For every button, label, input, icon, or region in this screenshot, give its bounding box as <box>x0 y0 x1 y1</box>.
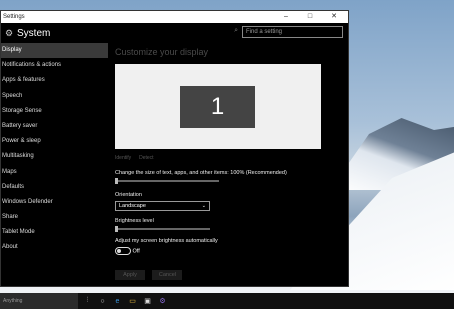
sidebar-item-defender[interactable]: Windows Defender <box>1 195 108 210</box>
microphone-icon[interactable]: ⫶ <box>82 293 93 309</box>
main-content: Customize your display 1 Identify Detect… <box>115 47 340 281</box>
toggle-state: Off <box>132 248 140 255</box>
sidebar-item-share[interactable]: Share <box>1 210 108 225</box>
settings-window: Settings – □ ✕ ⚙ System ⌕ Find a setting… <box>0 10 349 287</box>
store-icon[interactable]: ▣ <box>142 293 153 309</box>
search-icon: ⌕ <box>234 27 238 34</box>
edge-icon[interactable]: e <box>112 293 123 309</box>
window-title: Settings <box>3 14 25 20</box>
close-button[interactable]: ✕ <box>322 11 346 23</box>
task-view-icon[interactable]: ○ <box>97 293 108 309</box>
title-bar: Settings – □ ✕ <box>1 11 348 23</box>
explorer-icon[interactable]: ▭ <box>127 293 138 309</box>
section-title: Customize your display <box>115 47 209 57</box>
brightness-slider-thumb[interactable] <box>115 226 118 232</box>
chevron-down-icon: ⌄ <box>201 203 206 209</box>
scale-slider[interactable] <box>115 178 219 184</box>
brightness-slider[interactable] <box>115 226 210 232</box>
window-controls: – □ ✕ <box>274 11 346 23</box>
orientation-value: Landscape <box>119 203 146 209</box>
identify-link[interactable]: Identify <box>115 155 131 161</box>
taskbar: Anything ⫶ ○ e ▭ ▣ ⚙ <box>0 293 454 309</box>
settings-app-icon[interactable]: ⚙ <box>157 293 168 309</box>
sidebar-item-multitasking[interactable]: Multitasking <box>1 149 108 164</box>
display-links: Identify Detect <box>115 155 340 161</box>
auto-brightness-row: Off <box>115 247 340 255</box>
apply-button[interactable]: Apply <box>115 270 145 280</box>
scale-slider-thumb[interactable] <box>115 178 118 184</box>
sidebar-item-maps[interactable]: Maps <box>1 165 108 180</box>
sidebar-item-notifications[interactable]: Notifications & actions <box>1 58 108 73</box>
gear-icon[interactable]: ⚙ <box>1 23 17 43</box>
auto-brightness-toggle[interactable] <box>115 247 131 255</box>
sidebar-item-defaults[interactable]: Defaults <box>1 180 108 195</box>
display-preview: 1 <box>115 64 321 149</box>
sidebar-item-display[interactable]: Display <box>1 43 108 59</box>
sidebar: Display Notifications & actions Apps & f… <box>1 43 108 287</box>
monitor-tile[interactable]: 1 <box>180 86 255 128</box>
auto-brightness-label: Adjust my screen brightness automaticall… <box>115 238 218 244</box>
maximize-button[interactable]: □ <box>298 11 322 23</box>
settings-header: ⚙ System ⌕ Find a setting <box>1 23 348 43</box>
taskbar-search[interactable]: Anything <box>0 293 78 309</box>
scale-label: Change the size of text, apps, and other… <box>115 170 287 176</box>
sidebar-item-battery[interactable]: Battery saver <box>1 119 108 134</box>
detect-link[interactable]: Detect <box>139 155 153 161</box>
sidebar-item-apps[interactable]: Apps & features <box>1 73 108 88</box>
sidebar-item-power[interactable]: Power & sleep <box>1 134 108 149</box>
orientation-dropdown[interactable]: Landscape ⌄ <box>115 201 210 211</box>
sidebar-item-speech[interactable]: Speech <box>1 89 108 104</box>
minimize-button[interactable]: – <box>274 11 298 23</box>
search-input[interactable]: Find a setting <box>242 26 343 38</box>
sidebar-item-storage[interactable]: Storage Sense <box>1 104 108 119</box>
orientation-label: Orientation <box>115 192 142 198</box>
action-buttons: Apply Cancel <box>115 263 340 281</box>
brightness-label: Brightness level <box>115 218 154 224</box>
sidebar-item-tablet[interactable]: Tablet Mode <box>1 225 108 240</box>
cancel-button[interactable]: Cancel <box>152 270 183 280</box>
sidebar-item-about[interactable]: About <box>1 240 108 255</box>
page-title: System <box>17 27 51 39</box>
